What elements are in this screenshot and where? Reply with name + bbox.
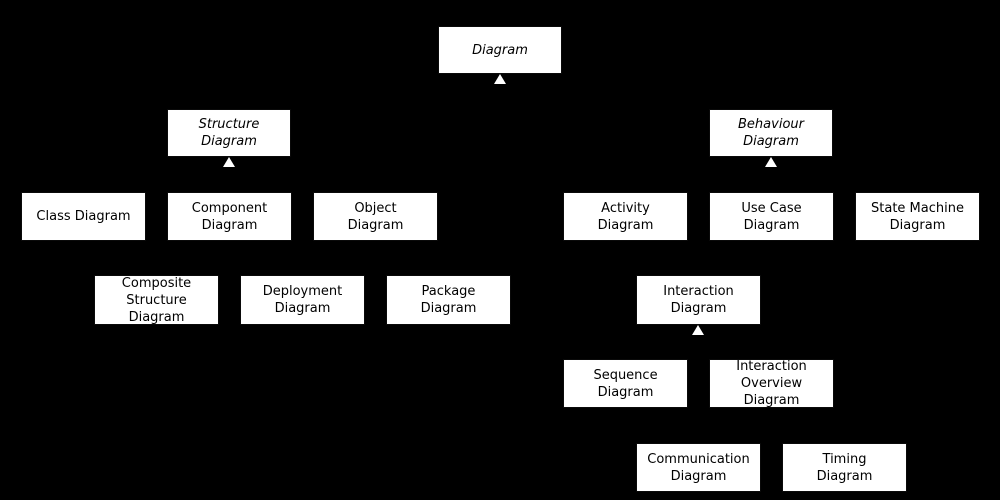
node-label: Package Diagram — [420, 284, 477, 316]
edge-segment — [917, 174, 919, 192]
edge-segment — [375, 174, 377, 192]
node-label: Timing Diagram — [816, 451, 873, 484]
edge-segment — [625, 342, 627, 359]
edge-segment — [771, 342, 773, 359]
node-state-machine-diagram[interactable]: State Machine Diagram — [855, 192, 980, 241]
uml-diagram-taxonomy-canvas: Diagram Structure Diagram Behaviour Diagra… — [0, 0, 1000, 500]
node-activity-diagram[interactable]: Activity Diagram — [563, 192, 688, 241]
edge-segment — [771, 174, 918, 176]
node-communication-diagram[interactable]: Communication Diagram — [636, 443, 761, 492]
node-interaction-diagram[interactable]: Interaction Diagram — [636, 275, 761, 325]
node-label: Composite Structure Diagram — [121, 275, 192, 325]
edge-segment — [448, 216, 450, 275]
edge-segment — [83, 174, 85, 192]
node-label: Use Case Diagram — [741, 200, 802, 233]
node-label: Structure Diagram — [198, 117, 260, 149]
edge-segment — [229, 174, 376, 176]
node-label: Object Diagram — [347, 200, 404, 233]
edge-segment — [625, 174, 627, 192]
edge-segment — [698, 216, 700, 275]
node-behaviour-diagram[interactable]: Behaviour Diagram — [709, 109, 833, 157]
node-label: Deployment Diagram — [262, 284, 343, 316]
node-label: Diagram — [472, 42, 528, 58]
node-label: Component Diagram — [191, 200, 268, 233]
edge-segment — [625, 174, 771, 176]
node-sequence-diagram[interactable]: Sequence Diagram — [563, 359, 688, 408]
node-component-diagram[interactable]: Component Diagram — [167, 192, 292, 241]
node-structure-diagram[interactable]: Structure Diagram — [167, 109, 291, 157]
node-label: Interaction Overview Diagram — [736, 359, 807, 408]
generalization-triangle-icon — [223, 157, 235, 167]
edge-segment — [83, 174, 229, 176]
node-label: Activity Diagram — [597, 200, 654, 233]
edge-segment — [844, 384, 846, 443]
node-timing-diagram[interactable]: Timing Diagram — [782, 443, 907, 492]
node-label: Communication Diagram — [647, 451, 750, 484]
node-deployment-diagram[interactable]: Deployment Diagram — [240, 275, 365, 325]
node-composite-structure-diagram[interactable]: Composite Structure Diagram — [94, 275, 219, 325]
generalization-triangle-icon — [765, 157, 777, 167]
node-interaction-overview-diagram[interactable]: Interaction Overview Diagram — [709, 359, 834, 408]
edge-segment — [229, 91, 230, 109]
edge-segment — [229, 91, 500, 93]
edge-segment — [156, 216, 158, 275]
node-label: State Machine Diagram — [871, 200, 964, 233]
node-label: Behaviour Diagram — [738, 117, 804, 149]
node-use-case-diagram[interactable]: Use Case Diagram — [709, 192, 834, 241]
node-package-diagram[interactable]: Package Diagram — [386, 275, 511, 325]
node-object-diagram[interactable]: Object Diagram — [313, 192, 438, 241]
node-label: Interaction Diagram — [663, 284, 734, 316]
edge-segment — [771, 91, 772, 109]
edge-segment — [698, 342, 772, 343]
generalization-triangle-icon — [494, 74, 506, 84]
generalization-triangle-icon — [692, 325, 704, 335]
node-diagram[interactable]: Diagram — [438, 26, 562, 74]
edge-segment — [500, 91, 771, 93]
node-class-diagram[interactable]: Class Diagram — [21, 192, 146, 241]
edge-segment — [625, 342, 699, 343]
node-label: Sequence Diagram — [593, 367, 658, 400]
edge-segment — [698, 384, 700, 443]
edge-segment — [302, 216, 304, 275]
node-label: Class Diagram — [36, 209, 131, 224]
